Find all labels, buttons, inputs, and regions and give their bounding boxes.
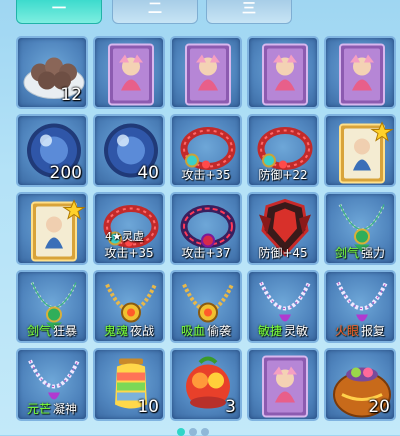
item-count: 200 xyxy=(49,163,82,183)
inventory-slot[interactable] xyxy=(247,348,319,421)
inventory-slot[interactable]: 防御+45 xyxy=(247,192,319,265)
tab-bar: 一 二 三 xyxy=(0,0,400,28)
attribute-prefix: 剑气 xyxy=(26,324,51,338)
item-attributes: 元芒 凝神 xyxy=(18,400,86,417)
attribute-prefix: 剑气 xyxy=(334,246,359,260)
item-count: 3 xyxy=(225,397,236,417)
inventory-slot[interactable] xyxy=(170,36,242,109)
tab-1[interactable]: 一 xyxy=(16,0,102,24)
item-attributes: 剑气 狂暴 xyxy=(18,322,86,339)
inventory-slot[interactable]: 敏捷 灵敏 xyxy=(247,270,319,343)
pet-card-icon xyxy=(339,43,385,106)
item-attributes: 吸血 偷袭 xyxy=(172,322,240,339)
item-stat: 攻击+35 xyxy=(181,168,231,182)
item-stat: 攻击+37 xyxy=(181,246,231,260)
attribute-suffix: 夜战 xyxy=(130,324,155,338)
inventory-slot[interactable]: 3 xyxy=(170,348,242,421)
inventory-slot[interactable] xyxy=(324,114,396,187)
attribute-suffix: 报复 xyxy=(361,324,386,338)
item-attributes: 敏捷 灵敏 xyxy=(249,322,317,339)
item-count: 20 xyxy=(368,397,390,417)
item-attributes: 鬼魂 夜战 xyxy=(95,322,163,339)
attribute-prefix: 元芒 xyxy=(26,402,51,416)
inventory-slot[interactable]: 火眼 报复 xyxy=(324,270,396,343)
inventory-slot[interactable]: 攻击+35 xyxy=(170,114,242,187)
inventory-slot[interactable]: 吸血 偷袭 xyxy=(170,270,242,343)
attribute-suffix: 凝神 xyxy=(53,402,78,416)
inventory-slot[interactable] xyxy=(16,192,88,265)
attribute-suffix: 强力 xyxy=(361,246,386,260)
item-stat: 防御+22 xyxy=(258,168,308,182)
attribute-suffix: 狂暴 xyxy=(53,324,78,338)
item-attributes: 剑气 强力 xyxy=(326,244,394,261)
attribute-prefix: 敏捷 xyxy=(257,324,282,338)
inventory-slot[interactable]: 200 xyxy=(16,114,88,187)
inventory-slot[interactable] xyxy=(93,36,165,109)
tab-2[interactable]: 二 xyxy=(112,0,198,24)
item-attributes: 火眼 报复 xyxy=(326,322,394,339)
item-count: 40 xyxy=(137,163,159,183)
inventory-slot[interactable]: 防御+22 xyxy=(247,114,319,187)
tab-3[interactable]: 三 xyxy=(206,0,292,24)
item-count: 12 xyxy=(60,85,82,105)
star-pet-card-icon xyxy=(339,121,394,184)
inventory-slot[interactable]: 剑气 狂暴 xyxy=(16,270,88,343)
inventory-grid: 12 200 40 攻击+35 防御+22 4★灵虚 攻击+35 攻击+37 防… xyxy=(16,36,400,435)
pet-card-icon xyxy=(108,43,154,106)
inventory-slot[interactable]: 鬼魂 夜战 xyxy=(93,270,165,343)
star-pet-card-icon xyxy=(31,199,86,262)
item-count: 10 xyxy=(137,397,159,417)
item-stat: 防御+45 xyxy=(258,246,308,260)
attribute-prefix: 火眼 xyxy=(334,324,359,338)
attribute-prefix: 吸血 xyxy=(180,324,205,338)
pet-card-icon xyxy=(262,43,308,106)
inventory-slot[interactable]: 20 xyxy=(324,348,396,421)
inventory-slot[interactable] xyxy=(324,36,396,109)
pet-card-icon xyxy=(262,355,308,418)
inventory-slot[interactable]: 4★灵虚攻击+35 xyxy=(93,192,165,265)
inventory-slot[interactable]: 剑气 强力 xyxy=(324,192,396,265)
item-stat: 攻击+35 xyxy=(104,246,154,260)
attribute-suffix: 偷袭 xyxy=(207,324,232,338)
inventory-slot[interactable]: 40 xyxy=(93,114,165,187)
attribute-prefix: 鬼魂 xyxy=(103,324,128,338)
inventory-slot[interactable]: 元芒 凝神 xyxy=(16,348,88,421)
inventory-slot[interactable]: 攻击+37 xyxy=(170,192,242,265)
item-badge: 4★灵虚 xyxy=(105,230,144,243)
inventory-slot[interactable]: 10 xyxy=(93,348,165,421)
attribute-suffix: 灵敏 xyxy=(284,324,309,338)
inventory-slot[interactable]: 12 xyxy=(16,36,88,109)
pet-card-icon xyxy=(185,43,231,106)
inventory-slot[interactable] xyxy=(247,36,319,109)
